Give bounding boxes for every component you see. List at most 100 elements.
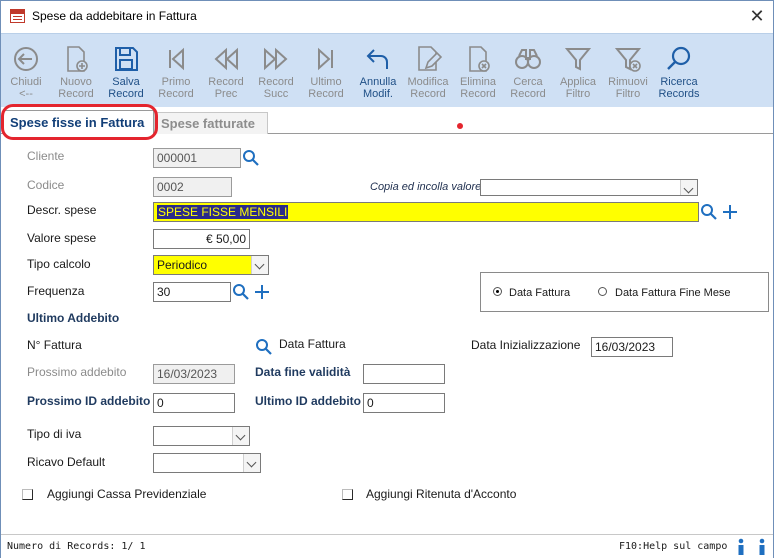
toolbar-label: Ricerca Records xyxy=(658,76,700,100)
toolbar-elimina-button[interactable]: Elimina Record xyxy=(453,38,503,104)
copia-label: Copia ed incolla valore xyxy=(370,181,482,193)
data-fattura-search-icon[interactable] xyxy=(255,338,273,356)
info-icon[interactable] xyxy=(734,538,748,556)
status-bar: Numero di Records: 1/ 1 F10:Help sul cam… xyxy=(1,534,773,558)
ultimo-id-field[interactable]: 0 xyxy=(363,393,445,413)
cassa-label: Aggiungi Cassa Previdenziale xyxy=(47,487,207,501)
toolbar-label: Annulla Modif. xyxy=(359,76,397,100)
toolbar-label: Rimuovi Filtro xyxy=(608,76,648,100)
codice-field[interactable]: 0002 xyxy=(153,177,232,197)
toolbar-label: Nuovo Record xyxy=(58,76,94,100)
chevron-down-icon[interactable] xyxy=(243,454,260,472)
data-fine-label: Data fine validità xyxy=(255,365,351,379)
prossimo-id-label: Prossimo ID addebito xyxy=(27,394,151,408)
filter-icon xyxy=(564,48,592,71)
toolbar-label: Modifica Record xyxy=(407,76,449,100)
radio-data-fattura-label: Data Fattura xyxy=(509,287,571,299)
annotation-dot xyxy=(457,123,463,129)
tipo-iva-select[interactable] xyxy=(153,426,250,446)
tab-spese-fatturate[interactable]: Spese fatturate xyxy=(154,112,268,134)
prossimo-id-field[interactable]: 0 xyxy=(153,393,235,413)
toolbar-label: Record Succ xyxy=(258,76,294,100)
ritenuta-checkbox[interactable] xyxy=(342,489,353,500)
frequenza-add-icon[interactable] xyxy=(253,283,271,301)
toolbar-label: Salva Record xyxy=(108,76,144,100)
tipo-iva-label: Tipo di iva xyxy=(27,427,82,441)
chevron-down-icon[interactable] xyxy=(680,180,697,195)
back-circle-icon xyxy=(14,47,38,71)
toolbar-ultimo-button[interactable]: Ultimo Record xyxy=(301,38,351,104)
chevron-down-icon[interactable] xyxy=(251,256,268,274)
cassa-checkbox[interactable] xyxy=(22,489,33,500)
title-bar: Spese da addebitare in Fattura ✕ xyxy=(1,1,773,33)
frequenza-field[interactable]: 30 xyxy=(153,282,231,302)
descr-search-icon[interactable] xyxy=(700,203,718,221)
tipo-calcolo-select[interactable]: Periodico xyxy=(153,255,269,275)
ricavo-label: Ricavo Default xyxy=(27,455,106,469)
app-form-icon xyxy=(10,9,25,23)
toolbar-label: Ultimo Record xyxy=(308,76,344,100)
descr-field[interactable]: SPESE FISSE MENSILI xyxy=(153,202,699,222)
toolbar-modifica-button[interactable]: Modifica Record xyxy=(403,38,453,104)
toolbar-label: Cerca Record xyxy=(510,76,546,100)
ricavo-select[interactable] xyxy=(153,453,261,473)
toolbar-nuovo-button[interactable]: Nuovo Record xyxy=(51,38,101,104)
data-fattura-label: Data Fattura xyxy=(279,337,346,351)
radio-fine-mese-label: Data Fattura Fine Mese xyxy=(615,287,731,299)
descr-add-icon[interactable] xyxy=(721,203,739,221)
data-iniz-field[interactable]: 16/03/2023 xyxy=(591,337,673,357)
tab-highlight-annotation xyxy=(1,104,158,140)
valore-label: Valore spese xyxy=(27,231,97,245)
toolbar-label: Record Prec xyxy=(208,76,244,100)
help-hint: F10:Help sul campo xyxy=(619,541,728,552)
codice-label: Codice xyxy=(27,178,65,192)
remove-filter-icon xyxy=(614,48,642,72)
last-record-icon xyxy=(318,47,333,71)
toolbar-prec-button[interactable]: Record Prec xyxy=(201,38,251,104)
toolbar-applica-button[interactable]: Applica Filtro xyxy=(553,38,603,104)
toolbar-chiudi-button[interactable]: Chiudi <-- xyxy=(1,38,51,104)
application-window: Spese da addebitare in Fattura ✕ Chiudi … xyxy=(0,0,774,558)
data-iniz-label: Data Inizializzazione xyxy=(471,338,581,352)
cliente-label: Cliente xyxy=(27,149,65,163)
prossimo-field[interactable]: 16/03/2023 xyxy=(153,364,235,384)
tipo-calcolo-label: Tipo calcolo xyxy=(27,257,91,271)
toolbar-label: Elimina Record xyxy=(459,76,497,100)
radio-data-fattura[interactable] xyxy=(493,287,502,296)
tipo-calcolo-value: Periodico xyxy=(157,258,208,272)
toolbar-annulla-button[interactable]: Annulla Modif. xyxy=(353,38,403,104)
toolbar-label: Applica Filtro xyxy=(559,76,597,100)
copia-select[interactable] xyxy=(480,179,698,196)
descr-value: SPESE FISSE MENSILI xyxy=(157,205,289,219)
toolbar: Chiudi <-- Nuovo Record Salva Record Pri… xyxy=(1,33,773,107)
toolbar-succ-button[interactable]: Record Succ xyxy=(251,38,301,104)
info-icon[interactable] xyxy=(755,538,769,556)
next-record-icon xyxy=(264,47,288,71)
frequenza-label: Frequenza xyxy=(27,284,85,298)
toolbar-salva-button[interactable]: Salva Record xyxy=(101,38,151,104)
toolbar-ricerca-button[interactable]: Ricerca Records xyxy=(654,38,704,104)
toolbar-primo-button[interactable]: Primo Record xyxy=(151,38,201,104)
descr-label: Descr. spese xyxy=(27,203,97,217)
prossimo-label: Prossimo addebito xyxy=(27,365,127,379)
save-floppy-icon xyxy=(115,47,138,71)
data-fine-field[interactable] xyxy=(363,364,445,384)
n-fattura-label: N° Fattura xyxy=(27,338,82,352)
frequenza-search-icon[interactable] xyxy=(232,283,250,301)
cliente-field[interactable]: 000001 xyxy=(153,148,241,168)
toolbar-label: Chiudi <-- xyxy=(10,76,42,100)
first-record-icon xyxy=(169,47,184,71)
record-count: Numero di Records: 1/ 1 xyxy=(7,541,146,552)
previous-record-icon xyxy=(214,47,238,71)
cliente-search-icon[interactable] xyxy=(242,149,260,167)
edit-document-icon xyxy=(418,46,443,71)
toolbar-label: Primo Record xyxy=(158,76,194,100)
undo-arrow-icon xyxy=(366,49,388,69)
radio-fine-mese[interactable] xyxy=(598,287,607,296)
chevron-down-icon[interactable] xyxy=(232,427,249,445)
toolbar-rimuovi-button[interactable]: Rimuovi Filtro xyxy=(603,38,653,104)
search-icon xyxy=(667,46,691,70)
valore-field[interactable]: € 50,00 xyxy=(153,229,250,249)
close-button[interactable]: ✕ xyxy=(747,5,767,27)
toolbar-cerca-button[interactable]: Cerca Record xyxy=(503,38,553,104)
